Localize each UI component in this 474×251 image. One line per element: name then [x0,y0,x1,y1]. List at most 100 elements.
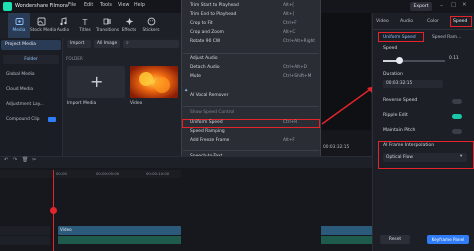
menu-item-speed-ramping[interactable]: Speed Ramping [190,129,225,134]
video-clip[interactable] [58,226,181,235]
tool-audio[interactable]: Audio [52,13,74,38]
ai-frame-interpolation-label: AI Frame Interpolation [383,143,435,148]
tool-titles-label: Titles [79,28,91,33]
menu-item-add-freeze-frame[interactable]: Add Freeze Frame [190,138,229,143]
menu-item-uniform-speed[interactable]: Uniform Speed [190,120,223,125]
menu-item-trim-end[interactable]: Trim End to Playhead [190,12,236,17]
tool-effects[interactable]: Effects [118,13,140,38]
tool-stock-media[interactable]: Stock Media [30,13,57,38]
menu-tools[interactable]: Tools [100,3,112,9]
chevron-down-icon: ▾ [460,154,463,159]
filter-dropdown[interactable]: All Image [94,40,120,48]
keyframe-panel-button[interactable]: Keyframe Panel [427,235,469,244]
menu-edit[interactable]: Edit [84,3,93,9]
menu-item-adjust-audio[interactable]: Adjust Audio [190,56,218,61]
close-icon[interactable]: ✕ [462,2,467,9]
audio-clip[interactable] [321,236,372,244]
redo-icon[interactable]: ↷ [13,158,17,163]
menu-item-trim-start[interactable]: Trim Start to Playhead [190,3,239,8]
tool-titles[interactable]: T Titles [74,13,96,38]
ripple-edit-label: Ripple Edit [383,113,408,118]
duration-label: Duration [383,72,403,77]
sidebar-item-adjustment-layer[interactable]: Adjustment Lay... [6,102,44,107]
menu-item-mute[interactable]: Mute [190,74,201,79]
sidebar-item-compound-clip[interactable]: Compound Clip [6,117,40,122]
menu-item-detach-audio[interactable]: Detach Audio [190,65,220,70]
menu-separator [183,106,319,107]
video-clip[interactable] [321,226,372,235]
duration-field[interactable]: 00:03:32:15 [383,80,443,88]
speed-slider-handle[interactable] [396,57,403,64]
svg-text:T: T [81,18,87,26]
player-timecode: 00:03:32:15 [323,145,350,150]
tool-stock-media-label: Stock Media [30,28,57,33]
player-controls [321,130,371,156]
search-input[interactable] [123,40,179,48]
shortcut-uniform-speed: Ctrl+R [283,120,298,125]
tool-transitions[interactable]: Transitions [96,13,120,38]
video-tile-label: Video [130,101,143,106]
tab-video[interactable]: Video [376,19,389,25]
menu-help[interactable]: Help [134,3,145,9]
tab-speed[interactable]: Speed [453,19,467,25]
delete-icon[interactable]: 🗑 [22,158,28,163]
maintain-pitch-toggle[interactable] [452,129,462,134]
shortcut-rotate: Ctrl+Alt+Right [283,39,315,44]
shortcut-crop-zoom: Alt+C [283,30,296,35]
tab-audio[interactable]: Audio [400,19,413,25]
ruler-tick: 00:00:05:00 [96,171,120,176]
tool-media[interactable]: Media [8,13,30,38]
shortcut-detach-audio: Ctrl+Alt+D [283,65,307,70]
ai-sparkle-icon: ✦ [184,88,189,94]
import-media-label: Import Media [67,101,97,106]
menu-view[interactable]: View [118,3,129,9]
import-button[interactable]: Import [67,40,91,48]
titles-icon: T [81,17,90,26]
tool-stickers[interactable]: Stickers [140,13,162,38]
folder-section-label: FOLDER [66,56,83,61]
shortcut-trim-end: Alt+] [283,12,295,17]
sidebar-item-cloud-media[interactable]: Cloud Media [6,87,33,92]
video-thumbnail[interactable] [130,66,178,98]
stock-media-icon [37,17,46,26]
menu-item-crop-zoom[interactable]: Crop and Zoom [190,30,224,35]
transitions-icon [103,17,112,26]
reverse-speed-toggle[interactable] [452,99,462,104]
media-icon [15,17,24,26]
speed-value[interactable]: 0.11 [449,56,459,61]
split-icon[interactable]: ✂ [32,158,36,163]
tool-media-label: Media [12,28,26,33]
ai-frame-interpolation-select[interactable]: Optical Flow [383,153,467,162]
menu-item-ai-vocal-remover[interactable]: AI Vocal Remover [190,93,228,98]
menu-item-rotate[interactable]: Rotate 90 CW [190,39,220,44]
ripple-edit-toggle[interactable] [452,114,462,119]
playhead-handle[interactable] [50,207,57,214]
annotation-arrow [320,84,378,128]
tool-transitions-label: Transitions [96,28,120,33]
folder-button[interactable]: Folder [3,55,59,64]
tab-color[interactable]: Color [427,19,439,25]
audio-icon [59,17,68,26]
undo-icon[interactable]: ↶ [4,158,8,163]
maximize-icon[interactable]: □ [451,2,456,9]
reset-button[interactable]: Reset [380,235,410,244]
sidebar-item-global-media[interactable]: Global Media [6,72,35,77]
subtab-speed-ramping[interactable]: Speed Ram... [432,35,461,40]
minimize-icon[interactable]: – [440,3,443,9]
search-icon: ⌕ [126,40,129,46]
shortcut-freeze-frame: Alt+F [283,138,295,143]
maintain-pitch-label: Maintain Pitch [383,128,416,133]
menu-item-show-speed-control[interactable]: Show Speed Control [190,110,234,115]
shortcut-mute: Ctrl+Shift+M [283,74,312,79]
app-title: Wondershare Filmora [15,3,68,9]
menu-separator [183,150,319,151]
subtab-uniform-speed[interactable]: Uniform Speed [383,35,416,40]
audio-clip[interactable] [58,236,181,244]
tool-stickers-label: Stickers [142,28,160,33]
menu-item-crop-to-fit[interactable]: Crop to Fit [190,21,213,26]
effects-icon [125,17,134,26]
new-badge [48,117,56,122]
export-button[interactable]: Export [410,2,432,11]
video-clip-label: Video [60,227,72,232]
menu-file[interactable]: File [68,3,76,9]
